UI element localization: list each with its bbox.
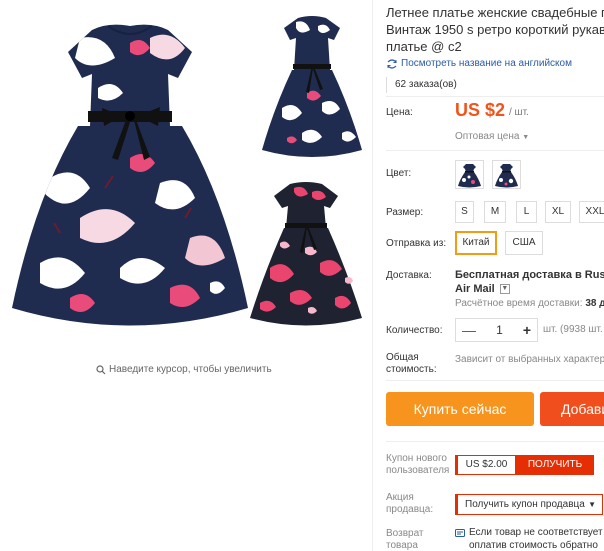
size-option-s[interactable]: S [455, 201, 474, 223]
ship-from-usa[interactable]: США [505, 231, 543, 255]
total-value: Зависит от выбранных характер [455, 354, 604, 365]
caret-down-icon: ▼ [522, 134, 530, 141]
total-label: Общая стоимость: [386, 352, 437, 376]
returns-label-line-2: товара [386, 540, 418, 551]
returns-label-line-1: Возврат [386, 528, 424, 539]
product-gallery: Наведите курсор, чтобы увеличить [0, 0, 370, 551]
returns-text-line-1: Если товар не соответствует [469, 527, 603, 538]
returns-label: Возврат товара [386, 528, 424, 551]
translate-icon [387, 58, 397, 69]
delivery-dropdown-icon[interactable]: ▼ [499, 284, 510, 295]
translate-link-text: Посмотреть название на английском [401, 58, 572, 69]
delivery-method: Air Mail [455, 283, 495, 295]
quantity-minus-button[interactable]: — [462, 322, 476, 338]
translate-title-link[interactable]: Посмотреть название на английском [386, 58, 572, 69]
product-info-panel: Летнее платье женские свадебные пл Винта… [372, 0, 604, 551]
quantity-label: Количество: [386, 325, 443, 336]
color-option-1[interactable] [455, 160, 484, 189]
price-label: Цена: [386, 107, 413, 118]
delivery-line-1: Бесплатная доставка в Russian [455, 269, 604, 281]
size-label: Размер: [386, 207, 424, 218]
size-option-l[interactable]: L [516, 201, 537, 223]
zoom-hint: Наведите курсор, чтобы увеличить [96, 364, 272, 375]
seller-coupon-dropdown-label: Получить купон продавца [465, 499, 585, 510]
product-thumbnail-1[interactable] [262, 8, 362, 160]
divider [386, 96, 604, 97]
new-user-coupon-label: Купон нового пользователя [386, 453, 449, 477]
divider [386, 441, 604, 442]
caret-down-icon: ▼ [588, 500, 596, 509]
wholesale-label: Оптовая цена [455, 131, 520, 142]
quantity-stepper: — 1 + [455, 318, 538, 342]
coupon-label-line-1: Купон нового [386, 453, 447, 464]
add-to-cart-button[interactable]: Добави [540, 392, 604, 426]
zoom-hint-text: Наведите курсор, чтобы увеличить [109, 364, 272, 375]
seller-coupon-dropdown[interactable]: Получить купон продавца ▼ [455, 494, 603, 515]
stock-available: шт. (9938 шт. [543, 324, 603, 335]
delivery-label: Доставка: [386, 270, 432, 281]
buy-now-button[interactable]: Купить сейчас [386, 392, 534, 426]
color-option-2[interactable] [492, 160, 521, 189]
quantity-plus-button[interactable]: + [523, 322, 531, 338]
returns-info: Если товар не соответствует оплатив стои… [455, 526, 604, 551]
total-label-line-1: Общая [386, 352, 419, 363]
returns-text-line-2: оплатив стоимость обратно [469, 540, 598, 551]
size-option-xxl[interactable]: XXL [579, 201, 604, 223]
promo-label-line-1: Акция [386, 492, 414, 503]
ship-from-china[interactable]: Китай [455, 231, 497, 255]
delivery-info: Бесплатная доставка в Russian Air Mail ▼ [455, 268, 604, 296]
divider [386, 150, 604, 151]
color-label: Цвет: [386, 168, 412, 179]
price-unit: / шт. [509, 107, 529, 118]
main-product-image[interactable] [10, 8, 250, 343]
eta-value: 38 д [585, 298, 604, 309]
coupon-value: US $2.00 [455, 455, 516, 475]
price-value: US $2 [455, 100, 506, 120]
eta-label: Расчётное время доставки: [455, 298, 583, 309]
quantity-input[interactable]: 1 [496, 323, 503, 337]
promo-label-line-2: продавца: [386, 504, 434, 515]
title-line-1: Летнее платье женские свадебные пл [386, 5, 604, 20]
product-thumbnail-2[interactable] [250, 178, 362, 328]
return-policy-icon [455, 529, 465, 537]
orders-count: 62 заказа(ов) [386, 77, 465, 93]
seller-promo-label: Акция продавца: [386, 492, 433, 516]
size-option-m[interactable]: M [484, 201, 506, 223]
ship-from-label: Отправка из: [386, 238, 447, 249]
size-option-xl[interactable]: XL [545, 201, 571, 223]
title-line-3: платье @ c2 [386, 39, 462, 54]
magnifier-icon [96, 364, 106, 374]
divider [386, 380, 604, 381]
wholesale-price-toggle[interactable]: Оптовая цена ▼ [455, 131, 529, 142]
color-swatch-image [458, 164, 481, 188]
get-coupon-button[interactable]: ПОЛУЧИТЬ [516, 455, 594, 475]
product-title: Летнее платье женские свадебные пл Винта… [386, 4, 604, 55]
color-swatch-image [495, 164, 518, 188]
delivery-eta: Расчётное время доставки: 38 д [455, 298, 604, 309]
coupon-label-line-2: пользователя [386, 465, 450, 476]
total-label-line-2: стоимость: [386, 364, 437, 375]
title-line-2: Винтаж 1950 s ретро короткий рукав в [386, 22, 604, 37]
